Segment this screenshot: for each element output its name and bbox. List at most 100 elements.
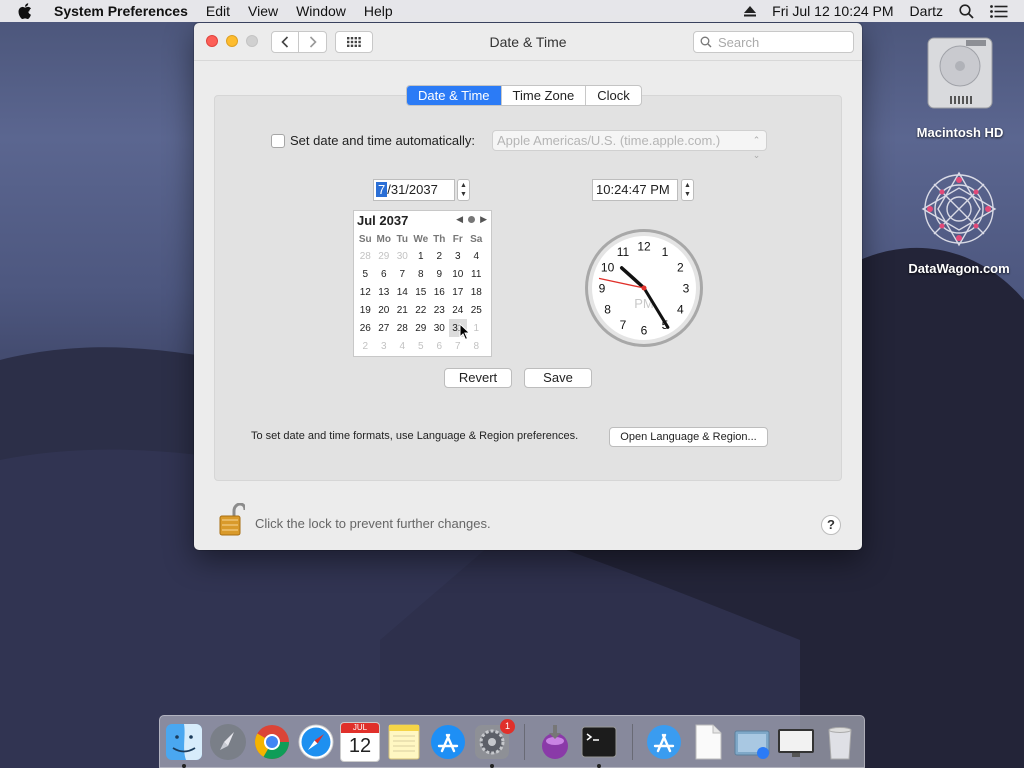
menu-help[interactable]: Help	[364, 3, 393, 19]
calendar-day[interactable]: 23	[430, 301, 449, 319]
menu-view[interactable]: View	[248, 3, 278, 19]
calendar-prev-icon[interactable]: ◀	[456, 214, 463, 225]
calendar-day[interactable]: 13	[375, 283, 394, 301]
document-icon[interactable]	[688, 722, 728, 762]
date-field[interactable]: 7/31/2037	[373, 179, 455, 201]
apple-menu-icon[interactable]	[18, 3, 38, 19]
calendar-day[interactable]: 17	[449, 283, 468, 301]
dock-separator	[524, 724, 525, 760]
lock-message: Click the lock to prevent further change…	[255, 516, 491, 531]
desktop-icon-datawagon[interactable]: DataWagon.com	[900, 168, 1018, 276]
calendar-day[interactable]: 11	[467, 265, 486, 283]
trash-icon[interactable]	[820, 722, 860, 762]
time-field[interactable]: 10:24:47 PM	[592, 179, 678, 201]
monitor-icon[interactable]	[776, 722, 816, 762]
calendar-day[interactable]: 21	[393, 301, 412, 319]
analog-clock[interactable]: PM 121234567891011	[584, 228, 704, 348]
auto-time-label[interactable]: Set date and time automatically:	[290, 133, 475, 148]
calendar-day[interactable]: 9	[430, 265, 449, 283]
time-stepper[interactable]: ▲ ▼	[681, 179, 694, 201]
spotlight-icon[interactable]	[959, 3, 974, 19]
save-button[interactable]: Save	[524, 368, 592, 388]
safari-icon[interactable]	[296, 722, 336, 762]
calendar-day[interactable]: 28	[356, 247, 375, 265]
search-field[interactable]: Search	[693, 31, 854, 53]
chrome-icon[interactable]	[252, 722, 292, 762]
desktop-icon-macintosh-hd[interactable]: Macintosh HD	[905, 34, 1015, 140]
installer-icon[interactable]	[535, 722, 575, 762]
menu-window[interactable]: Window	[296, 3, 346, 19]
date-rest[interactable]: /31/2037	[387, 182, 438, 197]
help-button[interactable]: ?	[821, 515, 841, 535]
calendar: Jul 2037 ◀ ▶ Su Mo Tu We Th Fr Sa 28 29 …	[353, 210, 492, 357]
eject-icon[interactable]	[744, 5, 757, 17]
calendar-day[interactable]: 5	[356, 265, 375, 283]
calendar-day[interactable]: 28	[393, 319, 412, 337]
calendar-day[interactable]: 4	[393, 337, 412, 355]
weekday-label: Mo	[376, 233, 391, 245]
notes-icon[interactable]	[384, 722, 424, 762]
calendar-day[interactable]: 3	[375, 337, 394, 355]
calendar-day[interactable]: 22	[412, 301, 431, 319]
calendar-day[interactable]: 20	[375, 301, 394, 319]
calendar-day[interactable]: 18	[467, 283, 486, 301]
settings-panel	[214, 95, 842, 481]
calendar-day[interactable]: 1	[412, 247, 431, 265]
calendar-day[interactable]: 6	[430, 337, 449, 355]
weekday-label: Sa	[470, 233, 483, 245]
menu-clock[interactable]: Fri Jul 12 10:24 PM	[772, 3, 893, 19]
calendar-day[interactable]: 29	[375, 247, 394, 265]
calendar-day[interactable]: 14	[393, 283, 412, 301]
notification-center-icon[interactable]	[990, 4, 1008, 18]
calendar-day[interactable]: 8	[412, 265, 431, 283]
calendar-day[interactable]: 12	[356, 283, 375, 301]
finder-icon[interactable]	[164, 722, 204, 762]
calendar-next-icon[interactable]: ▶	[480, 214, 487, 225]
tab-date-time[interactable]: Date & Time	[407, 86, 501, 105]
tab-clock[interactable]: Clock	[585, 86, 641, 105]
launchpad-icon[interactable]	[208, 722, 248, 762]
revert-button[interactable]: Revert	[444, 368, 512, 388]
app-store-icon[interactable]	[428, 722, 468, 762]
calendar-day[interactable]: 2	[430, 247, 449, 265]
calendar-day[interactable]: 7	[393, 265, 412, 283]
calendar-day[interactable]: 27	[375, 319, 394, 337]
preview-icon[interactable]	[732, 722, 772, 762]
open-language-region-button[interactable]: Open Language & Region...	[609, 427, 768, 447]
calendar-day[interactable]: 2	[356, 337, 375, 355]
datawagon-logo-icon	[921, 171, 997, 247]
calendar-day[interactable]: 15	[412, 283, 431, 301]
menu-edit[interactable]: Edit	[206, 3, 230, 19]
menu-app-name[interactable]: System Preferences	[54, 3, 188, 19]
terminal-icon[interactable]	[579, 722, 619, 762]
calendar-day[interactable]: 30	[393, 247, 412, 265]
menu-user[interactable]: Dartz	[910, 3, 943, 19]
calendar-day[interactable]: 3	[449, 247, 468, 265]
title-bar[interactable]: Date & Time Search	[194, 23, 862, 61]
auto-time-checkbox[interactable]	[271, 133, 285, 148]
date-stepper[interactable]: ▲ ▼	[457, 179, 470, 201]
calendar-day[interactable]: 30	[430, 319, 449, 337]
calendar-day[interactable]: 26	[356, 319, 375, 337]
unlocked-padlock-icon[interactable]	[219, 503, 245, 537]
calendar-day[interactable]: 5	[412, 337, 431, 355]
running-indicator	[597, 764, 601, 768]
calendar-app-icon[interactable]: JUL 12	[340, 722, 380, 762]
tab-time-zone[interactable]: Time Zone	[500, 86, 586, 105]
weekday-label: Fr	[452, 233, 463, 245]
calendar-day[interactable]: 10	[449, 265, 468, 283]
calendar-day[interactable]: 24	[449, 301, 468, 319]
calendar-day[interactable]: 4	[467, 247, 486, 265]
calendar-day[interactable]: 16	[430, 283, 449, 301]
calendar-day[interactable]: 19	[356, 301, 375, 319]
clock-numeral: 6	[641, 324, 648, 338]
calendar-day[interactable]: 29	[412, 319, 431, 337]
applications-folder-icon[interactable]	[644, 722, 684, 762]
calendar-day[interactable]: 25	[467, 301, 486, 319]
calendar-day[interactable]: 6	[375, 265, 394, 283]
hard-drive-icon	[927, 37, 993, 109]
calendar-app-month: JUL	[341, 723, 379, 733]
calendar-today-icon[interactable]	[468, 216, 476, 223]
clock-numeral: 12	[637, 240, 651, 254]
date-month-segment[interactable]: 7	[376, 182, 388, 197]
